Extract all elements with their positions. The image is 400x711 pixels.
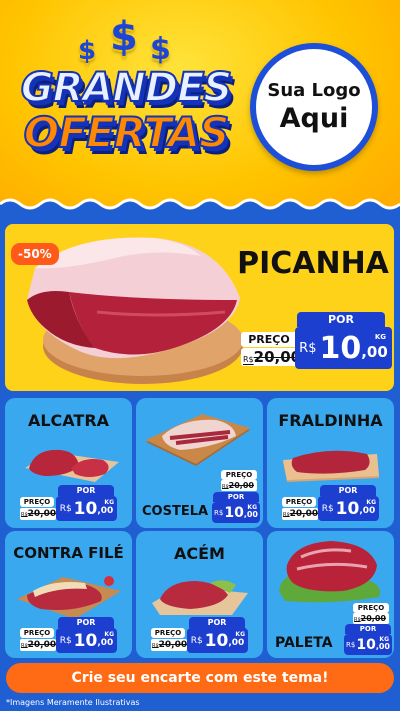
product-card-costela[interactable]: PREÇO R$20,00 POR R$ 10,00 KG COSTELA: [136, 398, 263, 528]
paleta-image: [279, 541, 380, 603]
por-label: POR: [345, 624, 391, 634]
new-price: R$ 10,00 KG: [56, 496, 117, 521]
old-price: R$20,00: [221, 480, 257, 491]
preco-label: PREÇO: [20, 628, 54, 638]
featured-product-card[interactable]: -50% PICANHA PREÇO R$20,00 POR R$ 10 ,00…: [5, 224, 394, 391]
new-price: R$ 10 ,00 KG: [295, 327, 392, 369]
product-name: ACÉM: [174, 544, 225, 563]
por-label: POR: [320, 485, 376, 496]
new-price: R$ 10,00 KG: [344, 634, 392, 655]
preco-label: PREÇO: [282, 497, 316, 507]
product-card-fraldinha[interactable]: FRALDINHA PREÇO R$20,00 POR R$ 10,00 KG: [267, 398, 394, 528]
logo-line2: Aqui: [279, 103, 349, 134]
por-label: POR: [58, 617, 114, 628]
product-name: CONTRA FILÉ: [13, 544, 124, 562]
cta-button[interactable]: Crie seu encarte com este tema!: [6, 663, 394, 693]
old-price: R$20,00: [151, 639, 188, 651]
costela-image: [146, 414, 250, 466]
old-price: R$20,00: [20, 508, 57, 520]
por-label: POR: [297, 312, 385, 327]
old-price: R$20,00: [20, 639, 57, 651]
old-price: R$20,00: [241, 348, 302, 366]
product-card-acem[interactable]: ACÉM PREÇO R$20,00 POR R$ 10,00 KG: [136, 531, 263, 658]
por-label: POR: [58, 485, 114, 496]
fraldinha-image: [283, 450, 379, 482]
logo-line1: Sua Logo: [267, 80, 361, 101]
preco-label: PREÇO: [353, 603, 389, 613]
product-name: PICANHA: [237, 246, 389, 281]
dollar-icon: $: [78, 36, 97, 66]
alcatra-image: [25, 449, 119, 482]
new-price: R$ 10,00 KG: [56, 628, 117, 653]
title-ofertas: OFERTAS: [23, 108, 231, 157]
preco-label: PREÇO: [20, 497, 54, 507]
disclaimer-note: *Imagens Meramente Ilustrativas: [6, 698, 140, 707]
product-name: PALETA: [275, 635, 333, 651]
old-price: R$20,00: [282, 508, 319, 520]
product-card-alcatra[interactable]: ALCATRA PREÇO R$20,00 POR R$ 10,00 KG: [5, 398, 132, 528]
acem-image: [152, 580, 248, 615]
new-price: R$ 10,00 KG: [187, 628, 248, 653]
preco-label: PREÇO: [151, 628, 185, 638]
product-name: ALCATRA: [27, 411, 110, 430]
product-card-paleta[interactable]: PREÇO R$20,00 POR R$ 10,00 KG PALETA: [267, 531, 394, 658]
preco-label: PREÇO: [241, 332, 297, 347]
new-price: R$ 10,00 KG: [212, 502, 260, 523]
new-price: R$ 10,00 KG: [318, 496, 379, 521]
title-grandes: GRANDES: [20, 65, 233, 111]
discount-badge: -50%: [11, 243, 59, 265]
product-card-contra-file[interactable]: CONTRA FILÉ PREÇO R$20,00 POR R$ 10,00 KG: [5, 531, 132, 658]
por-label: POR: [189, 617, 245, 628]
preco-label: PREÇO: [221, 470, 257, 480]
product-name: COSTELA: [142, 504, 209, 519]
old-price: R$20,00: [353, 613, 389, 624]
logo-placeholder: Sua Logo Aqui: [250, 43, 378, 171]
dollar-icon: $: [110, 14, 138, 60]
dollar-signs: $ $ $: [74, 14, 184, 67]
dollar-icon: $: [150, 32, 171, 67]
product-name: FRALDINHA: [278, 411, 383, 430]
por-label: POR: [213, 492, 259, 502]
